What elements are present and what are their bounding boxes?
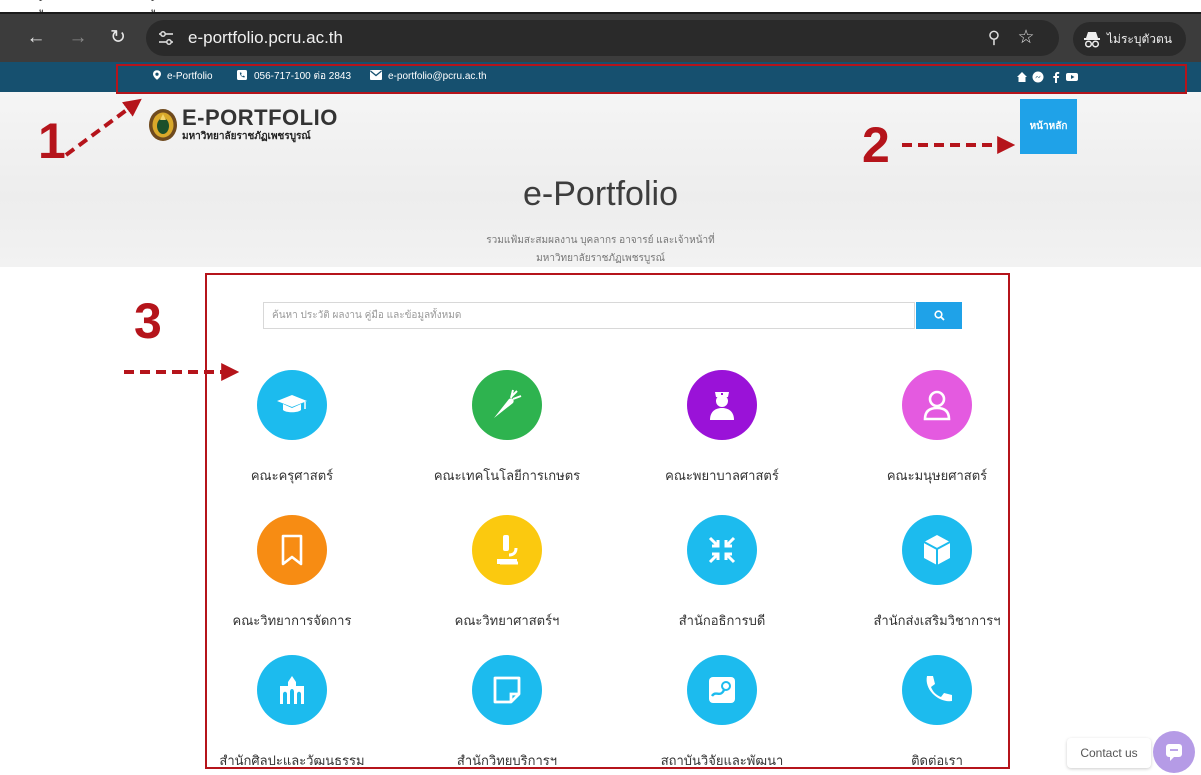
- zoom-icon[interactable]: ⚲: [984, 20, 1004, 56]
- page-subtitle: รวมแฟ้มสะสมผลงาน บุคลากร อาจารย์ และเจ้า…: [486, 235, 715, 246]
- home-nav-button[interactable]: หน้าหลัก: [1020, 99, 1077, 154]
- forward-icon[interactable]: →: [64, 14, 92, 64]
- browser-toolbar: ← → ↻ e-portfolio.pcru.ac.th ⚲ ☆ ไม่ระบุ…: [0, 12, 1201, 64]
- annotation-number-1: 1: [38, 113, 66, 169]
- logo-title[interactable]: E-PORTFOLIO: [182, 105, 338, 131]
- url-text[interactable]: e-portfolio.pcru.ac.th: [188, 20, 343, 56]
- annotation-number-3: 3: [134, 293, 162, 349]
- logo-subtitle: มหาวิทยาลัยราชภัฏเพชรบูรณ์: [182, 131, 311, 142]
- incognito-profile-button[interactable]: ไม่ระบุตัวตน: [1073, 22, 1186, 56]
- profile-label: ไม่ระบุตัวตน: [1107, 32, 1172, 46]
- address-bar[interactable]: e-portfolio.pcru.ac.th ⚲ ☆: [146, 20, 1059, 56]
- incognito-icon: [1084, 32, 1100, 48]
- chat-widget-button[interactable]: [1153, 731, 1195, 773]
- annotation-box-3: [205, 273, 1010, 769]
- contact-us-label[interactable]: Contact us: [1067, 738, 1151, 768]
- chat-icon: [1166, 744, 1182, 761]
- page-subtitle-university: มหาวิทยาลัยราชภัฏเพชรบูรณ์: [536, 253, 665, 264]
- bookmark-star-icon[interactable]: ☆: [1016, 20, 1036, 56]
- annotation-number-2: 2: [862, 117, 890, 173]
- page-title: e-Portfolio: [523, 175, 678, 213]
- site-settings-icon[interactable]: [158, 31, 174, 45]
- back-icon[interactable]: ←: [22, 14, 50, 64]
- annotation-box-1: [116, 64, 1187, 94]
- reload-icon[interactable]: ↻: [104, 14, 132, 64]
- university-logo[interactable]: [148, 108, 178, 142]
